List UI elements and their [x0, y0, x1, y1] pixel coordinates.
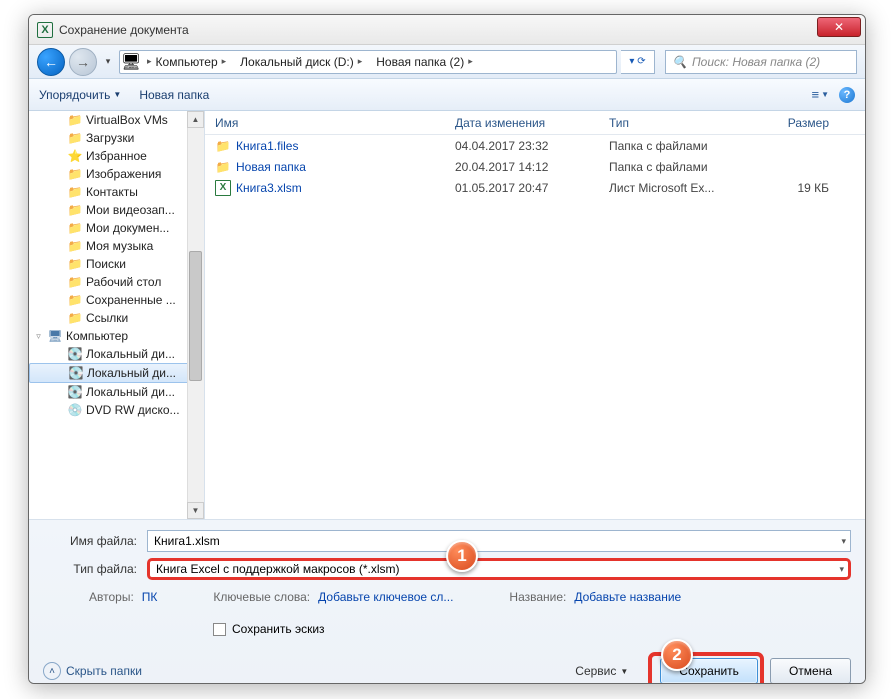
tree-item[interactable]: 💽Локальный ди... — [29, 345, 204, 363]
table-row[interactable]: 📁Новая папка20.04.2017 14:12Папка с файл… — [205, 156, 865, 177]
breadcrumb-seg: Новая папка (2)▸ — [368, 51, 478, 73]
authors-value[interactable]: ПК — [142, 590, 158, 604]
cancel-button[interactable]: Отмена — [770, 658, 851, 684]
help-icon[interactable]: ? — [839, 87, 855, 103]
col-name[interactable]: Имя — [205, 116, 447, 130]
tree-item[interactable]: 📁Контакты — [29, 183, 204, 201]
tree-item[interactable]: 📁Поиски — [29, 255, 204, 273]
scroll-down-icon[interactable]: ▼ — [187, 502, 204, 519]
column-headers[interactable]: Имя Дата изменения Тип Размер — [205, 111, 865, 135]
title-label: Название: — [509, 590, 566, 604]
hide-folders-button[interactable]: ˄ Скрыть папки — [43, 662, 142, 680]
keywords-label: Ключевые слова: — [213, 590, 310, 604]
file-list: Имя Дата изменения Тип Размер 📁Книга1.fi… — [205, 111, 865, 519]
keywords-value[interactable]: Добавьте ключевое сл... — [318, 590, 453, 604]
excel-icon: X — [37, 22, 53, 38]
search-input[interactable]: 🔍 Поиск: Новая папка (2) — [665, 50, 857, 74]
refresh-button[interactable]: ▾ ⟳ — [621, 50, 655, 74]
save-thumbnail-checkbox[interactable] — [213, 623, 226, 636]
save-dialog: X Сохранение документа ✕ ← → ▾ 🖥 ▸Компью… — [28, 14, 866, 684]
table-row[interactable]: 📁Книга1.files04.04.2017 23:32Папка с фай… — [205, 135, 865, 156]
tree-item[interactable]: 📁Моя музыка — [29, 237, 204, 255]
scroll-up-icon[interactable]: ▲ — [187, 111, 204, 128]
col-type[interactable]: Тип — [601, 116, 755, 130]
breadcrumb-seg: ▸Компьютер▸ — [139, 51, 232, 73]
tree-scrollbar[interactable]: ▲ ▼ — [187, 111, 204, 519]
tree-item[interactable]: 💽Локальный ди... — [29, 363, 204, 383]
table-row[interactable]: XКнига3.xlsm01.05.2017 20:47Лист Microso… — [205, 177, 865, 198]
tree-item[interactable]: 📁VirtualBox VMs — [29, 111, 204, 129]
title-value[interactable]: Добавьте название — [574, 590, 681, 604]
tree-item[interactable]: ▿🖥Компьютер — [29, 327, 204, 345]
close-button[interactable]: ✕ — [817, 17, 861, 37]
new-folder-button[interactable]: Новая папка — [139, 88, 209, 102]
filetype-select[interactable]: Книга Excel с поддержкой макросов (*.xls… — [147, 558, 851, 580]
tree-item[interactable]: 💿DVD RW диско... — [29, 401, 204, 419]
filename-input[interactable]: Книга1.xlsm▾ — [147, 530, 851, 552]
window-title: Сохранение документа — [59, 23, 189, 37]
back-button[interactable]: ← — [37, 48, 65, 76]
filetype-label: Тип файла: — [43, 562, 147, 576]
annotation-badge-2: 2 — [661, 639, 693, 671]
tree-item[interactable]: 📁Загрузки — [29, 129, 204, 147]
chevron-up-icon: ˄ — [43, 662, 61, 680]
titlebar: X Сохранение документа ✕ — [29, 15, 865, 45]
toolbar: Упорядочить▼ Новая папка ≡▼ ? — [29, 79, 865, 111]
computer-icon: 🖥 — [123, 54, 139, 70]
tree-item[interactable]: ⭐Избранное — [29, 147, 204, 165]
view-button[interactable]: ≡▼ — [811, 87, 829, 102]
tree-item[interactable]: 📁Мои видеозап... — [29, 201, 204, 219]
tree-item[interactable]: 💽Локальный ди... — [29, 383, 204, 401]
nav-tree[interactable]: 📁VirtualBox VMs📁Загрузки⭐Избранное📁Изобр… — [29, 111, 205, 519]
col-size[interactable]: Размер — [755, 116, 837, 130]
tree-item[interactable]: 📁Рабочий стол — [29, 273, 204, 291]
bottom-panel: Имя файла: Книга1.xlsm▾ Тип файла: Книга… — [29, 519, 865, 684]
tree-item[interactable]: 📁Мои докумен... — [29, 219, 204, 237]
magnifier-icon: 🔍 — [672, 55, 687, 69]
forward-button[interactable]: → — [69, 48, 97, 76]
navbar: ← → ▾ 🖥 ▸Компьютер▸ Локальный диск (D:)▸… — [29, 45, 865, 79]
filename-label: Имя файла: — [43, 534, 147, 548]
tree-item[interactable]: 📁Сохраненные ... — [29, 291, 204, 309]
scroll-thumb[interactable] — [189, 251, 202, 381]
history-dropdown[interactable]: ▾ — [101, 49, 115, 75]
col-date[interactable]: Дата изменения — [447, 116, 601, 130]
tools-button[interactable]: Сервис▼ — [575, 664, 628, 678]
save-thumbnail-label: Сохранить эскиз — [232, 622, 325, 636]
authors-label: Авторы: — [89, 590, 134, 604]
tree-item[interactable]: 📁Изображения — [29, 165, 204, 183]
breadcrumb-seg: Локальный диск (D:)▸ — [232, 51, 368, 73]
tree-item[interactable]: 📁Ссылки — [29, 309, 204, 327]
organize-button[interactable]: Упорядочить▼ — [39, 88, 121, 102]
annotation-badge-1: 1 — [446, 540, 478, 572]
breadcrumb[interactable]: 🖥 ▸Компьютер▸ Локальный диск (D:)▸ Новая… — [119, 50, 617, 74]
